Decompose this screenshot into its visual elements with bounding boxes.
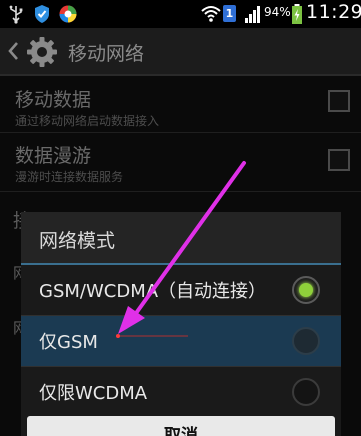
gear-icon[interactable]	[26, 36, 58, 68]
network-mode-dialog: 网络模式 GSM/WCDMA（自动连接） 仅GSM 仅限WCDMA 取消	[21, 212, 341, 436]
option-label: 仅限WCDMA	[39, 383, 148, 404]
divider	[0, 191, 361, 192]
clock: 11:29	[306, 1, 361, 23]
option-wcdma-only[interactable]: 仅限WCDMA	[21, 367, 341, 417]
option-label: GSM/WCDMA（自动连接）	[39, 281, 267, 302]
dialog-title: 网络模式	[39, 230, 116, 252]
option-gsm-only[interactable]: 仅GSM	[21, 316, 341, 366]
radio-unselected[interactable]	[292, 327, 320, 355]
radio-unselected[interactable]	[292, 378, 320, 406]
usb-icon	[9, 5, 23, 24]
screen: 1 94% 11:29 移动网络 移动数据 通过移动网络启动数据接入 数据漫游 …	[0, 0, 361, 436]
setting-data-roaming[interactable]: 数据漫游 漫游时连接数据服务	[0, 133, 361, 189]
status-bar: 1 94% 11:29	[0, 0, 361, 28]
setting-subtitle: 漫游时连接数据服务	[15, 170, 124, 184]
shield-icon	[35, 5, 49, 23]
setting-title: 数据漫游	[15, 145, 92, 167]
radio-selected[interactable]	[292, 276, 320, 304]
setting-title: 移动数据	[15, 89, 92, 111]
option-gsm-wcdma-auto[interactable]: GSM/WCDMA（自动连接）	[21, 265, 341, 315]
page-title: 移动网络	[68, 43, 145, 65]
option-label: 仅GSM	[39, 332, 98, 353]
action-bar: 移动网络	[0, 28, 361, 74]
signal-icon	[245, 6, 260, 23]
data-roaming-checkbox[interactable]	[328, 149, 350, 171]
battery-charging-icon	[292, 4, 302, 24]
back-chevron-icon[interactable]	[6, 40, 20, 62]
battery-percent: 94%	[264, 5, 291, 19]
cancel-label: 取消	[164, 426, 198, 436]
mobile-data-checkbox[interactable]	[328, 90, 350, 112]
radio-dot	[299, 283, 313, 297]
wifi-icon	[201, 6, 221, 22]
dialog-header: 网络模式	[21, 212, 341, 264]
sim-icon: 1	[223, 5, 236, 22]
app-notification-icon	[59, 5, 77, 23]
setting-subtitle: 通过移动网络启动数据接入	[15, 114, 160, 128]
cancel-button[interactable]: 取消	[27, 416, 335, 436]
